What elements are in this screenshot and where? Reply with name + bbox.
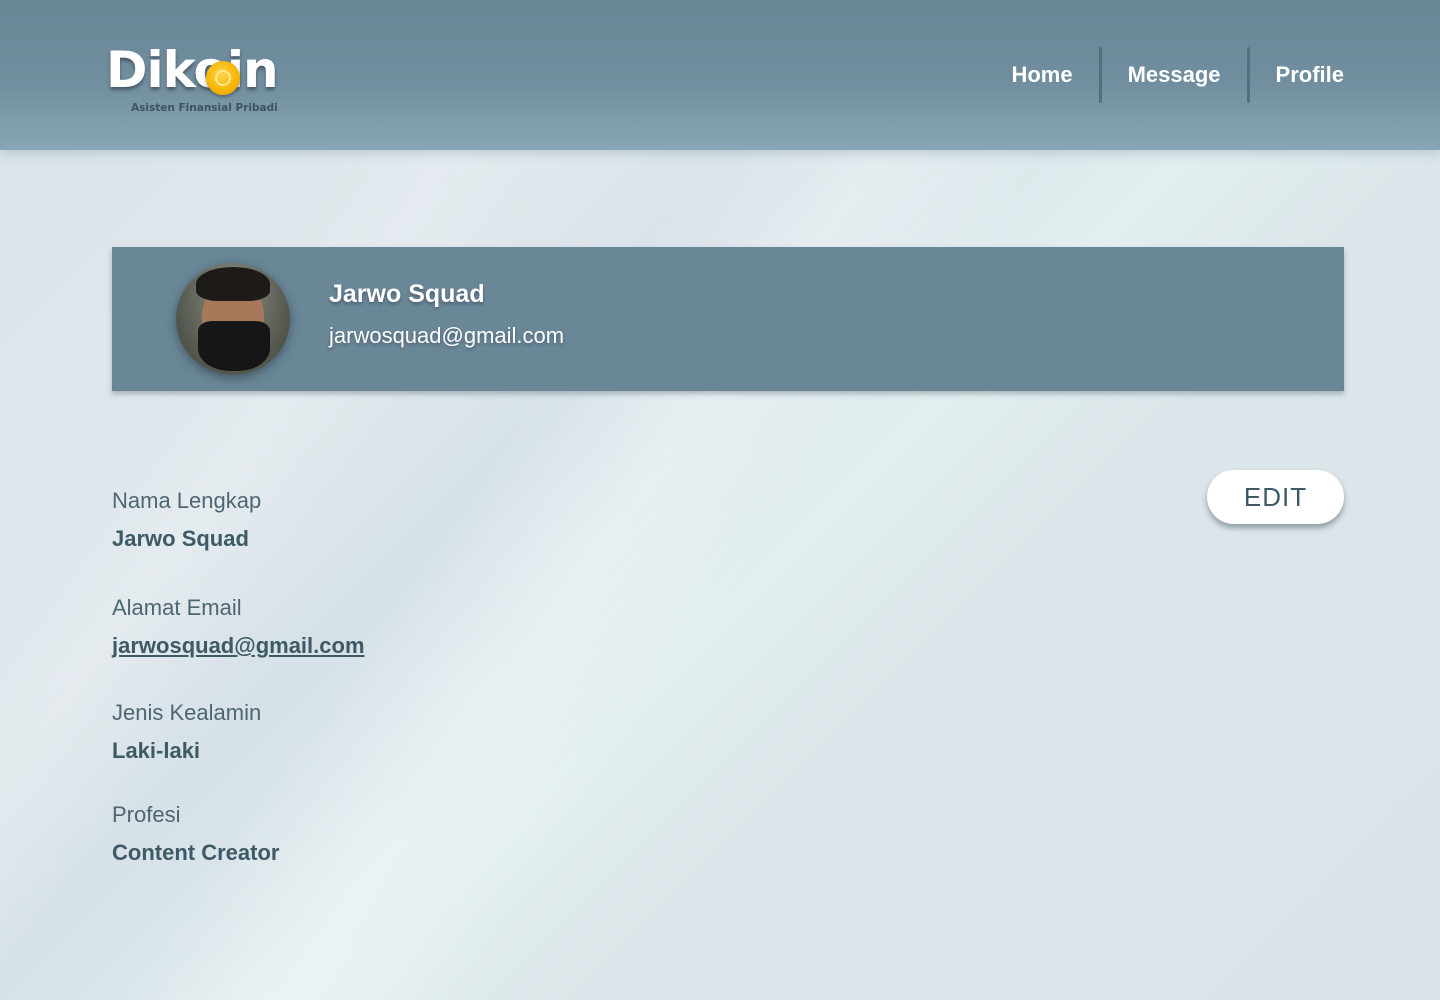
logo-wordmark: Dikoin [106,41,279,99]
coin-icon [206,61,240,95]
profession-label: Profesi [112,802,181,827]
avatar-hair [196,267,270,301]
profession-value: Content Creator [112,840,280,865]
edit-button[interactable]: EDIT [1207,470,1344,524]
avatar-mask [198,321,270,371]
nav-message[interactable]: Message [1102,62,1247,88]
email-label: Alamat Email [112,595,242,620]
main-nav: Home Message Profile [1011,47,1344,103]
gender-label: Jenis Kealamin [112,700,262,725]
profile-email: jarwosquad@gmail.com [329,323,565,348]
profile-banner: Jarwo Squad jarwosquad@gmail.com [112,247,1344,391]
email-link[interactable]: jarwosquad@gmail.com [112,633,365,659]
dikoin-logo[interactable]: Dikoin Asisten Finansial Pribadi [106,40,296,120]
avatar [176,263,290,375]
profile-name: Jarwo Squad [329,280,485,308]
gender-value: Laki-laki [112,738,201,763]
nav-home[interactable]: Home [1011,62,1098,88]
coin-inner-ring [215,70,231,86]
full-name-value: Jarwo Squad [112,526,249,551]
logo-tagline: Asisten Finansial Pribadi [131,102,278,114]
nav-profile[interactable]: Profile [1250,62,1344,88]
top-header: Dikoin Asisten Finansial Pribadi Home Me… [0,0,1440,150]
full-name-label: Nama Lengkap [112,488,262,513]
